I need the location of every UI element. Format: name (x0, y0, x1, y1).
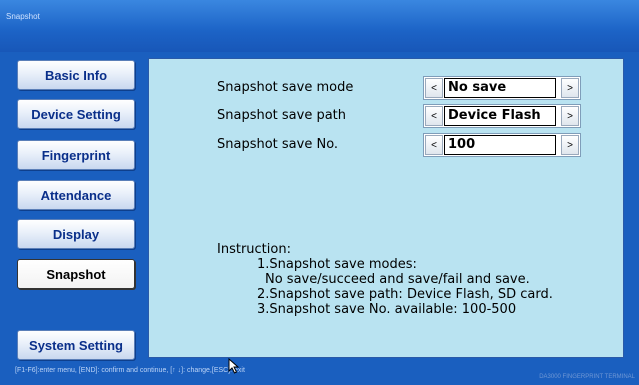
settings-panel: Snapshot save mode < No save > Snapshot … (148, 58, 624, 358)
save-mode-next-button[interactable]: > (561, 78, 579, 98)
save-mode-selector: < No save > (423, 76, 581, 100)
save-mode-prev-button[interactable]: < (425, 78, 443, 98)
save-no-next-button[interactable]: > (561, 135, 579, 155)
save-path-label: Snapshot save path (217, 108, 347, 123)
menu-basic-info-button[interactable]: Basic Info (17, 60, 135, 90)
save-mode-value[interactable]: No save (444, 78, 556, 98)
instruction-line: 2.Snapshot save path: Device Flash, SD c… (257, 287, 553, 302)
title-bar: Snapshot (0, 0, 639, 52)
instruction-block: Instruction: 1.Snapshot save modes: No s… (217, 242, 553, 317)
menu-snapshot-button[interactable]: Snapshot (17, 259, 135, 289)
mouse-cursor-icon (228, 358, 240, 374)
instruction-line: No save/succeed and save/fail and save. (265, 272, 530, 287)
save-mode-label: Snapshot save mode (217, 80, 354, 95)
save-path-prev-button[interactable]: < (425, 106, 443, 126)
menu-device-setting-button[interactable]: Device Setting (17, 99, 135, 129)
save-no-value[interactable]: 100 (444, 135, 556, 155)
setting-row-save-mode: Snapshot save mode < No save > (217, 76, 597, 100)
save-no-selector: < 100 > (423, 133, 581, 157)
status-bar: [F1-F6]:enter menu, [END]: confirm and c… (0, 364, 639, 385)
menu-fingerprint-button[interactable]: Fingerprint (17, 140, 135, 170)
window-title: Snapshot (6, 12, 40, 21)
save-path-value[interactable]: Device Flash (444, 106, 556, 126)
instruction-line: 1.Snapshot save modes: (257, 257, 417, 272)
key-hint-text: [F1-F6]:enter menu, [END]: confirm and c… (15, 367, 245, 374)
setting-row-save-path: Snapshot save path < Device Flash > (217, 104, 597, 128)
menu-system-setting-button[interactable]: System Setting (17, 330, 135, 360)
instruction-line: 3.Snapshot save No. available: 100-500 (257, 302, 517, 317)
save-no-label: Snapshot save No. (217, 137, 339, 152)
instruction-heading: Instruction: (217, 242, 291, 257)
brand-text: DA3000 FINGERPRINT TERMINAL (539, 374, 635, 380)
save-no-prev-button[interactable]: < (425, 135, 443, 155)
menu-attendance-button[interactable]: Attendance (17, 180, 135, 210)
setting-row-save-no: Snapshot save No. < 100 > (217, 133, 597, 157)
menu-display-button[interactable]: Display (17, 219, 135, 249)
save-path-selector: < Device Flash > (423, 104, 581, 128)
save-path-next-button[interactable]: > (561, 106, 579, 126)
